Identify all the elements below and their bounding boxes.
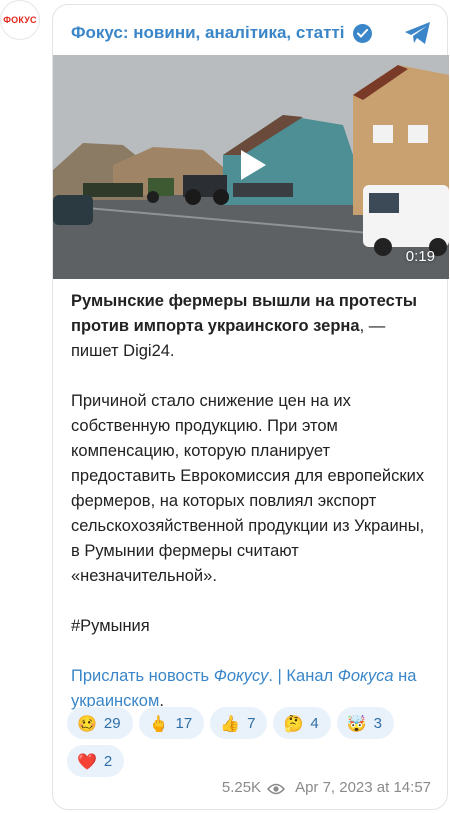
- channel-avatar[interactable]: ФОКУС: [0, 0, 40, 40]
- message-text: Румынские фермеры вышли на протесты прот…: [71, 289, 431, 739]
- view-count: 5.25K: [221, 779, 262, 796]
- video-duration: 0:19: [405, 248, 435, 265]
- telegram-icon[interactable]: [403, 19, 433, 47]
- message-footer: 5.25K Apr 7, 2023 at 14:57: [222, 779, 431, 796]
- reactions-bar: 🥴 29 🖕 17 👍 7 🤔 4 🤯 3 ❤️ 2: [67, 707, 437, 777]
- hashtag[interactable]: #Румыния: [71, 614, 431, 639]
- verified-icon: [352, 23, 372, 43]
- link-separator: . |: [268, 667, 287, 685]
- thumbs-up-icon: 👍: [220, 713, 241, 733]
- reaction-thinking[interactable]: 🤔 4: [273, 707, 331, 739]
- middle-finger-icon: 🖕: [148, 713, 169, 733]
- channel-title[interactable]: Фокус: новини, аналітика, статті: [71, 23, 345, 43]
- exploding-head-icon: 🤯: [346, 713, 367, 733]
- message-card: Фокус: новини, аналітика, статті 0:19 Ру…: [52, 4, 449, 810]
- post-timestamp: Apr 7, 2023 at 14:57: [295, 779, 431, 796]
- lead-paragraph: Румынские фермеры вышли на протесты прот…: [71, 289, 431, 364]
- thinking-face-icon: 🤔: [283, 713, 304, 733]
- heart-icon: ❤️: [77, 751, 97, 771]
- play-icon[interactable]: [233, 143, 273, 187]
- message-header: Фокус: новини, аналітика, статті: [71, 19, 433, 47]
- reaction-woozy[interactable]: 🥴 29: [67, 707, 133, 739]
- reaction-exploding-head[interactable]: 🤯 3: [336, 707, 395, 739]
- reaction-thumbs-up[interactable]: 👍 7: [210, 707, 268, 739]
- woozy-face-icon: 🥴: [77, 713, 97, 733]
- eye-icon: [266, 782, 286, 794]
- reaction-heart[interactable]: ❤️ 2: [67, 745, 125, 777]
- body-paragraph: Причиной стало снижение цен на их собств…: [71, 392, 425, 585]
- send-news-link[interactable]: Прислать новость Фокусу: [71, 667, 268, 685]
- reaction-middle-finger[interactable]: 🖕 17: [138, 707, 205, 739]
- avatar-logo-text: ФОКУС: [3, 15, 37, 25]
- video-thumbnail[interactable]: 0:19: [53, 55, 449, 279]
